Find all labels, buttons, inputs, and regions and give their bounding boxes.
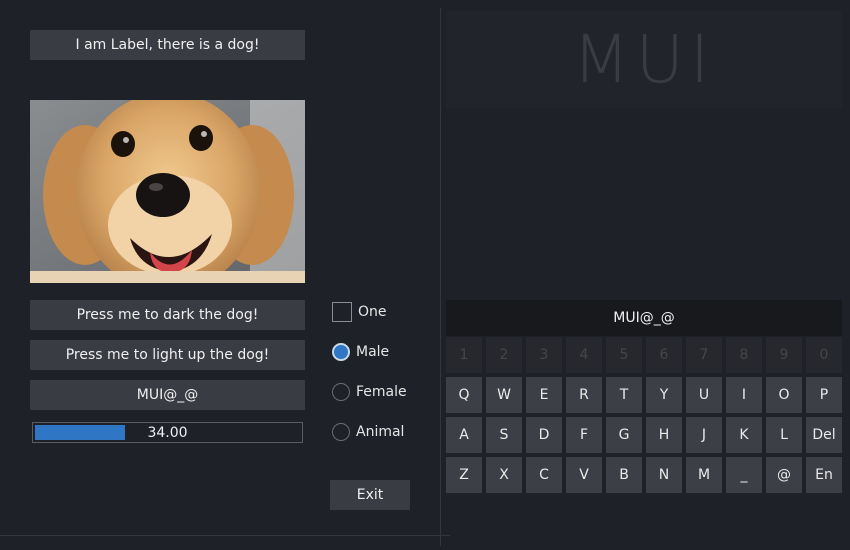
key-f[interactable]: F — [566, 417, 602, 453]
key-at[interactable]: @ — [766, 457, 802, 493]
key-i[interactable]: I — [726, 377, 762, 413]
radio-animal[interactable]: Animal — [332, 423, 404, 441]
title-panel: MUI — [446, 10, 842, 108]
radio-animal-indicator[interactable] — [332, 423, 350, 441]
key-o[interactable]: O — [766, 377, 802, 413]
key-5[interactable]: 5 — [606, 337, 642, 373]
key-b[interactable]: B — [606, 457, 642, 493]
key-p[interactable]: P — [806, 377, 842, 413]
key-y[interactable]: Y — [646, 377, 682, 413]
keyboard-row-3: Z X C V B N M _ @ En — [446, 457, 842, 493]
progress-value: 34.00 — [147, 424, 188, 441]
dog-image — [30, 100, 305, 283]
key-3[interactable]: 3 — [526, 337, 562, 373]
progress-bar: 34.00 — [32, 422, 303, 443]
key-d[interactable]: D — [526, 417, 562, 453]
dog-label: I am Label, there is a dog! — [30, 30, 305, 60]
keyboard-row-1: Q W E R T Y U I O P — [446, 377, 842, 413]
key-r[interactable]: R — [566, 377, 602, 413]
key-v[interactable]: V — [566, 457, 602, 493]
keyboard-number-row: 1 2 3 4 5 6 7 8 9 0 — [446, 337, 842, 373]
dog-photo-illustration — [30, 100, 305, 283]
text-input[interactable]: MUI@_@ — [30, 380, 305, 410]
key-4[interactable]: 4 — [566, 337, 602, 373]
keyboard-row-2: A S D F G H J K L Del — [446, 417, 842, 453]
key-delete[interactable]: Del — [806, 417, 842, 453]
app-title: MUI — [572, 20, 716, 98]
horizontal-divider — [0, 535, 450, 536]
key-8[interactable]: 8 — [726, 337, 762, 373]
key-n[interactable]: N — [646, 457, 682, 493]
key-h[interactable]: H — [646, 417, 682, 453]
key-k[interactable]: K — [726, 417, 762, 453]
key-g[interactable]: G — [606, 417, 642, 453]
key-w[interactable]: W — [486, 377, 522, 413]
radio-animal-label: Animal — [356, 424, 405, 440]
key-e[interactable]: E — [526, 377, 562, 413]
key-9[interactable]: 9 — [766, 337, 802, 373]
key-1[interactable]: 1 — [446, 337, 482, 373]
key-j[interactable]: J — [686, 417, 722, 453]
key-u[interactable]: U — [686, 377, 722, 413]
key-a[interactable]: A — [446, 417, 482, 453]
key-z[interactable]: Z — [446, 457, 482, 493]
key-2[interactable]: 2 — [486, 337, 522, 373]
key-enter[interactable]: En — [806, 457, 842, 493]
key-q[interactable]: Q — [446, 377, 482, 413]
key-t[interactable]: T — [606, 377, 642, 413]
radio-female[interactable]: Female — [332, 383, 407, 401]
radio-male-label: Male — [356, 344, 390, 360]
radio-female-label: Female — [356, 384, 407, 400]
key-6[interactable]: 6 — [646, 337, 682, 373]
checkbox-box[interactable] — [332, 302, 352, 322]
vertical-divider — [440, 8, 441, 546]
key-l[interactable]: L — [766, 417, 802, 453]
checkbox-label: One — [358, 304, 387, 320]
key-0[interactable]: 0 — [806, 337, 842, 373]
key-s[interactable]: S — [486, 417, 522, 453]
dark-dog-button[interactable]: Press me to dark the dog! — [30, 300, 305, 330]
radio-male-indicator[interactable] — [332, 343, 350, 361]
radio-female-indicator[interactable] — [332, 383, 350, 401]
keyboard-input-display[interactable]: MUI@_@ — [446, 300, 842, 336]
key-c[interactable]: C — [526, 457, 562, 493]
key-7[interactable]: 7 — [686, 337, 722, 373]
key-underscore[interactable]: _ — [726, 457, 762, 493]
checkbox-one[interactable]: One — [332, 302, 387, 322]
light-dog-button[interactable]: Press me to light up the dog! — [30, 340, 305, 370]
key-m[interactable]: M — [686, 457, 722, 493]
radio-male[interactable]: Male — [332, 343, 389, 361]
exit-button[interactable]: Exit — [330, 480, 410, 510]
key-x[interactable]: X — [486, 457, 522, 493]
